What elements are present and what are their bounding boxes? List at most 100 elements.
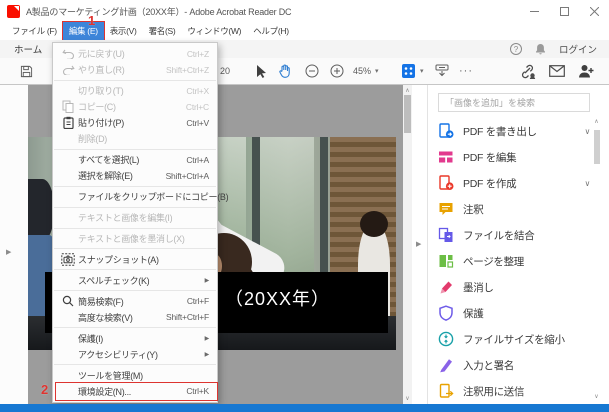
menu-item-9[interactable]: 選択を解除(E) Shift+Ctrl+A: [53, 168, 217, 184]
menu-shortcut: Ctrl+Z: [181, 49, 209, 59]
scrolling-mode-button[interactable]: [434, 58, 450, 84]
login-button[interactable]: ログイン: [559, 42, 597, 56]
document-scrollbar[interactable]: ∧ ∨: [403, 85, 412, 404]
menu-item-27[interactable]: ツールを管理(M): [53, 367, 217, 383]
add-user-icon[interactable]: [578, 58, 594, 84]
export-pdf-icon: [438, 123, 454, 139]
menu-item-17[interactable]: スナップショット(A): [53, 251, 217, 267]
tool-item-label: ファイルを結合: [463, 228, 534, 243]
notifications-bell-icon[interactable]: [535, 43, 546, 55]
hand-tool-button[interactable]: [279, 58, 292, 84]
tool-item-label: 注釈用に送信: [463, 384, 524, 399]
menu-item-22[interactable]: 高度な検索(V)Shift+Ctrl+F: [53, 309, 217, 325]
zoom-out-button[interactable]: [305, 58, 319, 84]
zoom-in-button[interactable]: [330, 58, 344, 84]
menu-item-label: 高度な検索(V): [78, 311, 133, 324]
menu-item-label: 貼り付け(P): [78, 116, 124, 129]
menubar-item-2[interactable]: 表示(V): [104, 22, 143, 40]
banner-text: （20XX年）: [225, 285, 330, 311]
panel-scrollbar[interactable]: ∧ ∨: [592, 118, 602, 400]
tool-item-protect[interactable]: 保護: [438, 300, 590, 326]
scroll-up-icon[interactable]: ∧: [592, 118, 601, 125]
tool-item-export-pdf[interactable]: PDF を書き出し ∨: [438, 118, 590, 144]
tool-item-combine-files[interactable]: ファイルを結合: [438, 222, 590, 248]
select-tool-button[interactable]: [256, 58, 267, 84]
menu-item-label: 環境設定(N)...: [78, 385, 131, 398]
menu-item-label: スペルチェック(K): [78, 274, 149, 287]
menu-shortcut: Ctrl+A: [180, 155, 209, 165]
tool-item-label: 注釈: [463, 202, 483, 217]
menu-item-label: テキストと画像を編集(I): [78, 211, 172, 224]
more-tools-button[interactable]: ···: [459, 58, 473, 84]
scrollbar-thumb[interactable]: [404, 95, 411, 133]
close-button[interactable]: [579, 0, 609, 22]
tool-item-label: PDF を書き出し: [463, 124, 537, 139]
page-view-button[interactable]: ▾: [401, 58, 424, 84]
tools-panel-toggle[interactable]: ▶: [416, 240, 421, 248]
tool-item-send-for-comments[interactable]: 注釈用に送信: [438, 378, 590, 404]
menubar-item-3[interactable]: 署名(S): [143, 22, 182, 40]
tool-item-label: PDF を編集: [463, 150, 516, 165]
scroll-down-icon[interactable]: ∨: [403, 395, 412, 402]
menu-item-label: ファイルをクリップボードにコピー(B): [78, 190, 228, 203]
navigation-rail: ▶: [0, 85, 28, 404]
menu-item-8[interactable]: すべてを選択(L)Ctrl+A: [53, 152, 217, 168]
tool-item-create-pdf[interactable]: PDF を作成∨: [438, 170, 590, 196]
menu-item-label: コピー(C): [78, 100, 116, 113]
tool-item-compress[interactable]: ファイルサイズを縮小: [438, 326, 590, 352]
menu-item-0: 元に戻す(U) Ctrl+Z: [53, 46, 217, 62]
menu-item-label: スナップショット(A): [78, 253, 159, 266]
save-button[interactable]: [20, 58, 33, 84]
acrobat-app-icon: [7, 5, 20, 18]
chevron-down-icon: ∨: [584, 179, 590, 188]
chevron-down-icon: ∨: [584, 127, 590, 136]
menubar-item-0[interactable]: ファイル (F): [6, 22, 63, 40]
menu-item-label: 選択を解除(E): [78, 169, 133, 182]
menu-separator: [54, 228, 216, 229]
menubar-item-4[interactable]: ウィンドウ(W): [181, 22, 247, 40]
menu-separator: [54, 186, 216, 187]
share-link-icon[interactable]: [519, 58, 536, 84]
nav-pane-toggle[interactable]: ▶: [6, 248, 11, 256]
menu-separator: [54, 80, 216, 81]
menu-item-13: テキストと画像を編集(I): [53, 210, 217, 226]
maximize-button[interactable]: [549, 0, 579, 22]
tool-item-redact[interactable]: 墨消し: [438, 274, 590, 300]
zoom-level-dropdown[interactable]: 45% ▾: [353, 58, 379, 84]
minimize-button[interactable]: [519, 0, 549, 22]
menu-shortcut: Ctrl+V: [180, 118, 209, 128]
annotation-step-2: 2: [41, 382, 48, 397]
scrollbar-thumb[interactable]: [594, 130, 600, 164]
tool-item-fill-sign[interactable]: 入力と署名: [438, 352, 590, 378]
menu-item-21[interactable]: 簡易検索(F)Ctrl+F: [53, 293, 217, 309]
menubar-item-1[interactable]: 編集 (E): [63, 22, 104, 40]
menu-item-5[interactable]: 貼り付け(P) Ctrl+V: [53, 115, 217, 131]
create-pdf-icon: [438, 175, 454, 191]
email-icon[interactable]: [549, 58, 565, 84]
tab-home[interactable]: ホーム: [0, 40, 56, 58]
menu-item-19[interactable]: スペルチェック(K)▶: [53, 272, 217, 288]
menu-item-28[interactable]: 環境設定(N)...Ctrl+K: [53, 383, 217, 399]
menu-item-label: やり直し(R): [78, 63, 124, 76]
menu-item-24[interactable]: 保護(I)▶: [53, 330, 217, 346]
menu-shortcut: Shift+Ctrl+A: [160, 171, 209, 181]
tool-item-comment[interactable]: 注釈: [438, 196, 590, 222]
tools-search-input[interactable]: [438, 93, 590, 112]
help-icon[interactable]: ?: [510, 43, 522, 55]
menu-item-25[interactable]: アクセシビリティ(Y)▶: [53, 346, 217, 362]
copy-icon: [58, 100, 78, 113]
menu-item-label: テキストと画像を墨消し(X): [78, 232, 185, 245]
tools-list: PDF を書き出し ∨ PDF を編集 PDF を作成∨ 注釈ファイルを結合ページを整理…: [438, 118, 590, 404]
comment-icon: [438, 201, 454, 217]
menu-item-label: 削除(D): [78, 132, 107, 145]
taskbar-edge: [0, 404, 609, 412]
scroll-up-icon[interactable]: ∧: [403, 87, 412, 94]
menu-item-label: 元に戻す(U): [78, 47, 124, 60]
menu-item-11[interactable]: ファイルをクリップボードにコピー(B): [53, 189, 217, 205]
menu-item-label: 保護(I): [78, 332, 103, 345]
redact-icon: [438, 279, 454, 295]
menubar-item-5[interactable]: ヘルプ(H): [247, 22, 295, 40]
tool-item-organize-pages[interactable]: ページを整理: [438, 248, 590, 274]
tool-item-edit-pdf[interactable]: PDF を編集: [438, 144, 590, 170]
scroll-down-icon[interactable]: ∨: [592, 393, 601, 400]
